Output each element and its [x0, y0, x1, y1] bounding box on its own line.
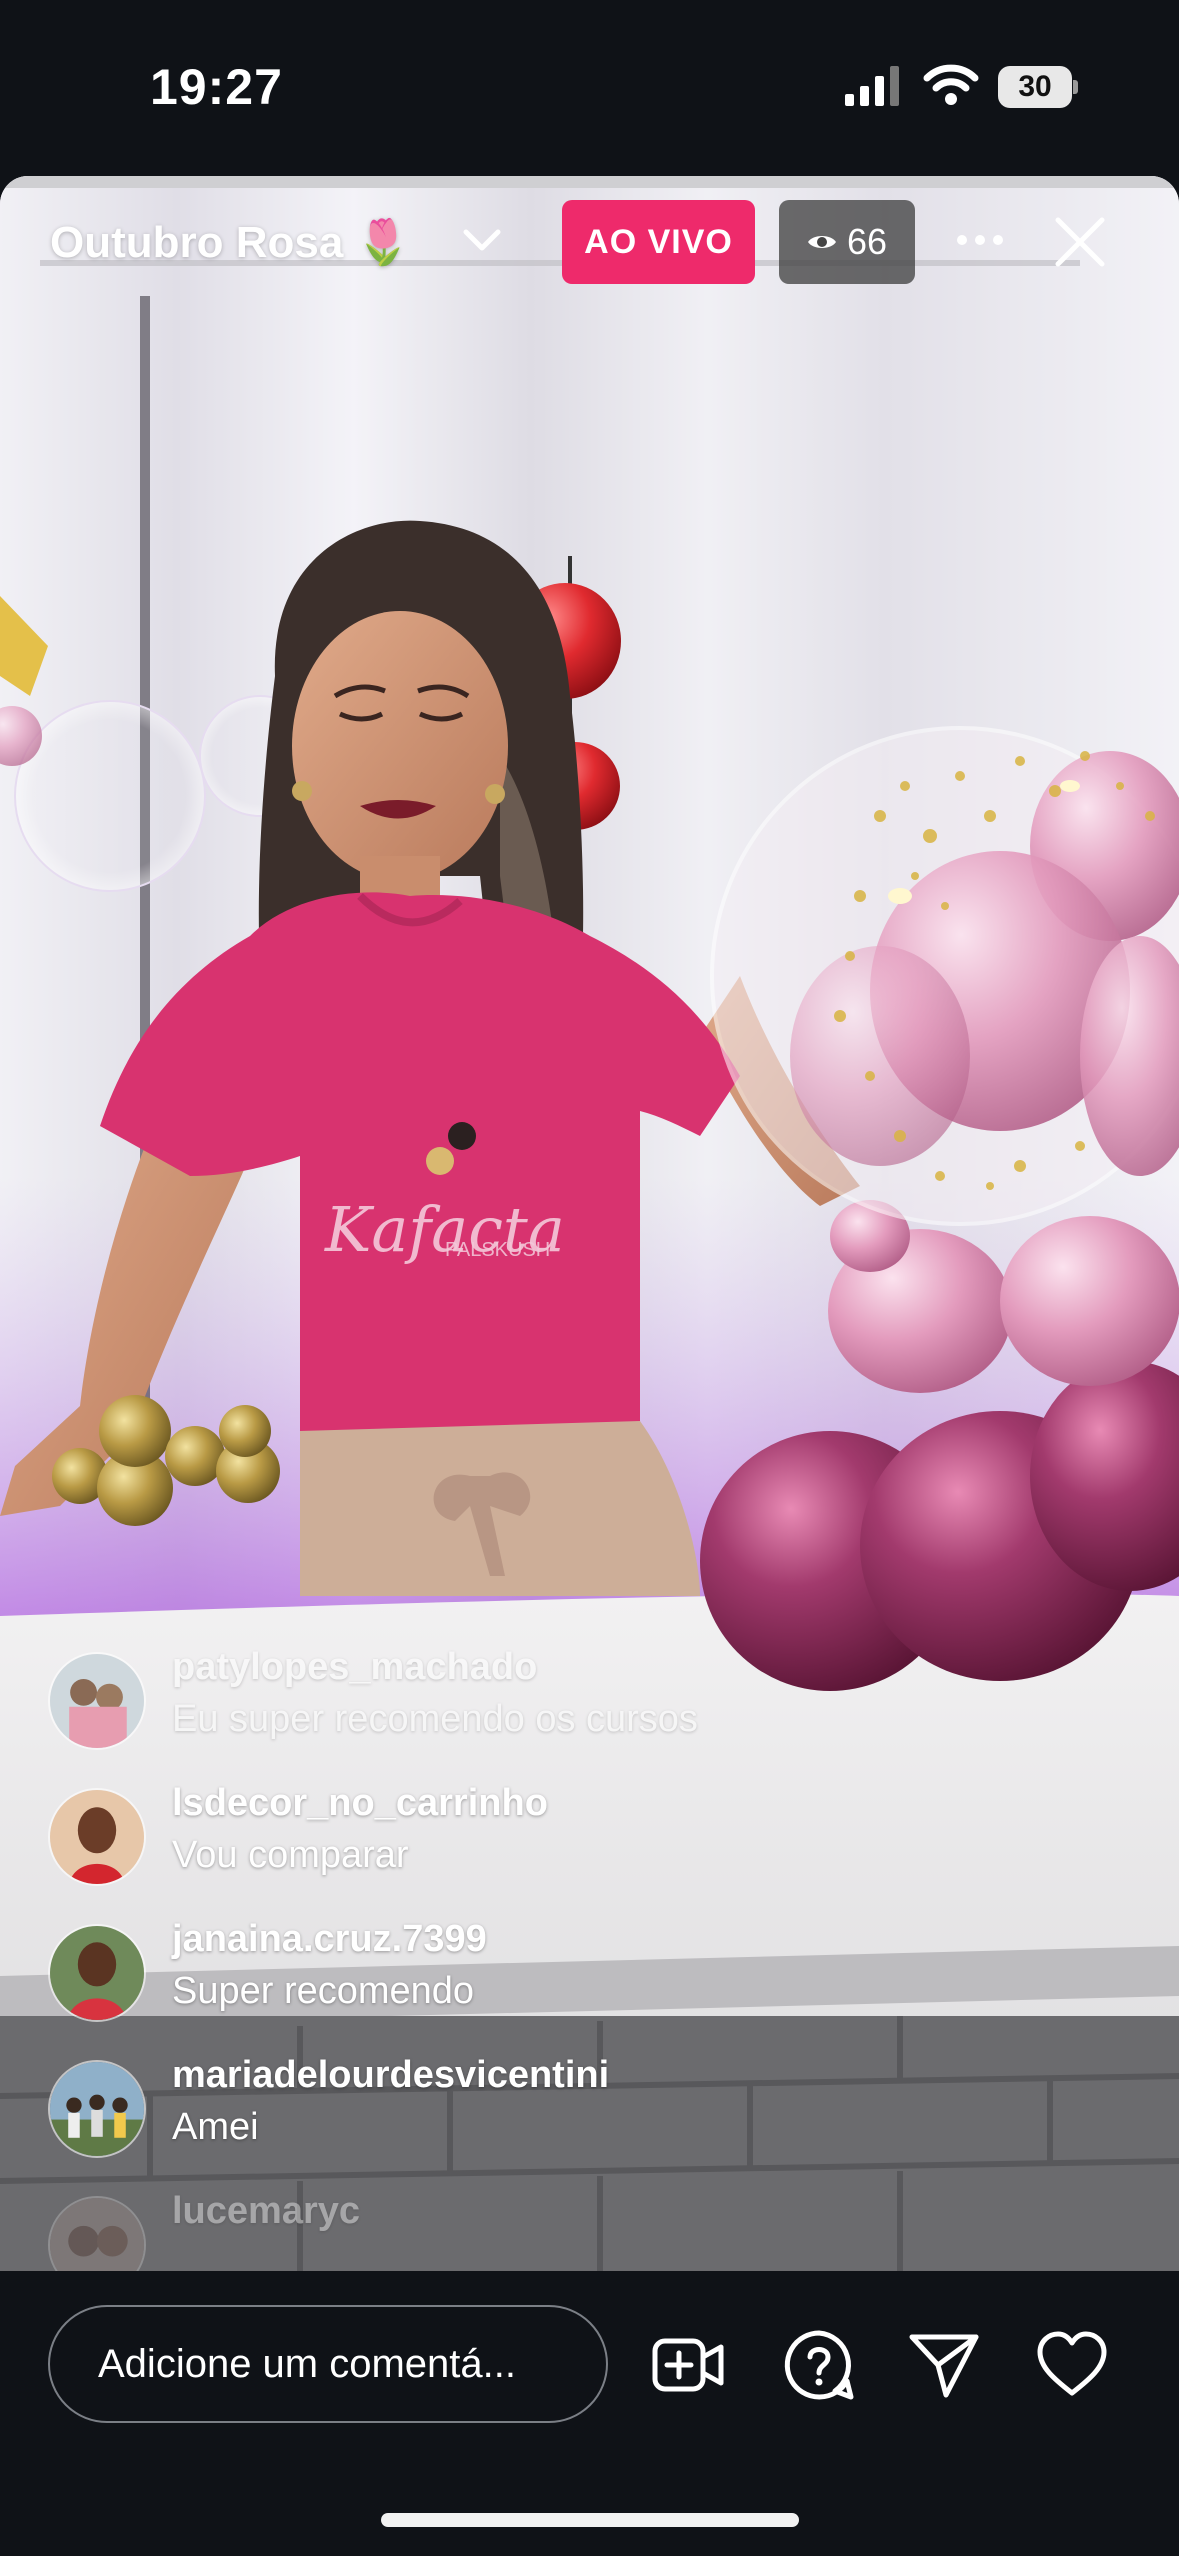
question-icon[interactable] [781, 2327, 857, 2403]
comment-text: Vou comparar [172, 1834, 409, 1876]
avatar [48, 1788, 146, 1886]
battery-level: 30 [1018, 70, 1052, 103]
comment-username[interactable]: janaina.cruz.7399 [172, 1918, 487, 1961]
comment-username[interactable]: lsdecor_no_carrinho [172, 1782, 548, 1825]
comment-item: patylopes_machado Eu super recomendo os … [48, 1644, 1148, 1754]
live-badge: AO VIVO [562, 200, 755, 284]
heart-icon[interactable] [1034, 2327, 1110, 2403]
avatar [48, 1652, 146, 1750]
share-icon[interactable] [906, 2327, 982, 2403]
signal-icon [845, 66, 899, 106]
comments-feed[interactable]: patylopes_machado Eu super recomendo os … [0, 1640, 1179, 2294]
comment-text: Super recomendo [172, 1970, 475, 2012]
more-icon[interactable] [954, 230, 1006, 250]
comment-item: janaina.cruz.7399 Super recomendo [48, 1916, 1148, 2026]
comment-item: lsdecor_no_carrinho Vou comparar [48, 1780, 1148, 1890]
comment-item: mariadelourdesvicentini Amei [48, 2052, 1148, 2162]
bottom-bar: Adicione um comentá... [0, 2271, 1179, 2556]
avatar [48, 1924, 146, 2022]
battery-icon: 30 [998, 66, 1078, 108]
add-guest-icon[interactable] [650, 2327, 726, 2403]
comment-input[interactable]: Adicione um comentá... [48, 2305, 608, 2423]
wifi-icon [923, 64, 979, 105]
comment-username[interactable]: mariadelourdesvicentini [172, 2054, 609, 2097]
avatar [48, 2060, 146, 2158]
comment-text: Amei [172, 2106, 259, 2148]
svg-text:PALSKUSH: PALSKUSH [445, 1239, 550, 1261]
comment-username[interactable]: patylopes_machado [172, 1646, 537, 1689]
comment-text: Eu super recomendo os cursos [172, 1698, 698, 1740]
status-bar: 19:27 30 [0, 0, 1179, 176]
live-header: Outubro Rosa 🌷 AO VIVO 66 [0, 176, 1179, 316]
close-icon[interactable] [1052, 214, 1108, 270]
eye-icon [807, 236, 836, 248]
viewer-count: 66 [846, 221, 888, 262]
stream-title[interactable]: Outubro Rosa 🌷 [50, 216, 410, 268]
status-time: 19:27 [150, 59, 283, 115]
chevron-down-icon[interactable] [460, 222, 504, 258]
comment-username[interactable]: lucemaryc [172, 2190, 360, 2233]
viewer-count-badge[interactable]: 66 [779, 200, 915, 284]
home-indicator [381, 2513, 799, 2527]
